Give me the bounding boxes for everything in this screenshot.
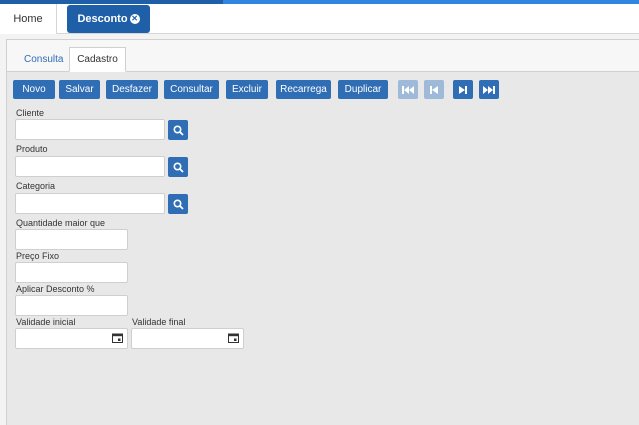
cliente-label: Cliente xyxy=(16,108,45,118)
categoria-search-button[interactable] xyxy=(168,194,188,214)
tab-cadastro[interactable]: Cadastro xyxy=(69,47,126,72)
salvar-button[interactable]: Salvar xyxy=(59,80,100,99)
desfazer-button[interactable]: Desfazer xyxy=(106,80,158,99)
produto-label: Produto xyxy=(16,144,48,154)
sub-tab-bar: Consulta Cadastro xyxy=(7,40,639,72)
cliente-input[interactable] xyxy=(15,119,165,140)
preco-input[interactable] xyxy=(15,262,128,283)
tab-desconto[interactable]: Desconto ✕ xyxy=(67,5,150,33)
duplicar-button[interactable]: Duplicar xyxy=(338,80,388,99)
form-panel: Consulta Cadastro Novo Salvar Desfazer C… xyxy=(6,39,639,425)
desconto-input[interactable] xyxy=(15,295,128,316)
excluir-button[interactable]: Excluir xyxy=(226,80,268,99)
produto-search-button[interactable] xyxy=(168,157,188,177)
tab-home[interactable]: Home xyxy=(0,4,57,34)
last-record-button[interactable] xyxy=(479,80,499,99)
first-record-icon xyxy=(402,85,414,94)
consultar-button[interactable]: Consultar xyxy=(164,80,219,99)
tab-desconto-label: Desconto xyxy=(77,13,128,25)
main-tab-bar: Home Desconto ✕ xyxy=(0,4,639,34)
search-icon xyxy=(172,161,184,173)
calendar-icon[interactable] xyxy=(228,333,239,343)
close-icon[interactable]: ✕ xyxy=(129,14,140,24)
quantidade-input[interactable] xyxy=(15,229,128,250)
desconto-label: Aplicar Desconto % xyxy=(16,284,95,294)
first-record-button[interactable] xyxy=(398,80,418,99)
novo-button[interactable]: Novo xyxy=(13,80,55,99)
quantidade-label: Quantidade maior que xyxy=(16,218,106,228)
preco-label: Preço Fixo xyxy=(16,251,60,261)
validade-inicial-label: Validade inicial xyxy=(16,317,76,327)
recarrega-button[interactable]: Recarrega xyxy=(276,80,331,99)
next-record-icon xyxy=(459,85,467,94)
next-record-button[interactable] xyxy=(453,80,473,99)
last-record-icon xyxy=(483,85,495,94)
validade-final-label: Validade final xyxy=(132,317,186,327)
categoria-input[interactable] xyxy=(15,193,165,214)
produto-input[interactable] xyxy=(15,156,165,177)
calendar-icon[interactable] xyxy=(112,333,123,343)
previous-record-icon xyxy=(430,85,438,94)
previous-record-button[interactable] xyxy=(424,80,444,99)
categoria-label: Categoria xyxy=(16,181,56,191)
cliente-search-button[interactable] xyxy=(168,120,188,140)
search-icon xyxy=(172,198,184,210)
search-icon xyxy=(172,124,184,136)
tab-consulta[interactable]: Consulta xyxy=(14,47,73,72)
